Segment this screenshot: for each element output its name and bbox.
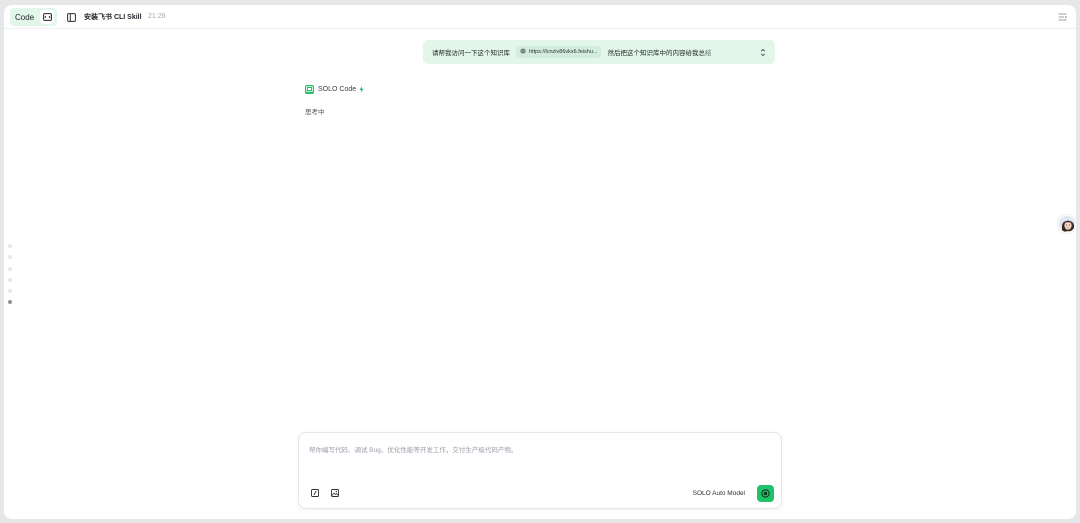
sidebar-toggle-icon[interactable] [66,12,76,22]
url-text[interactable]: https://lcnziv86vkx6.feishu... [529,49,597,55]
user-message: 请帮我访问一下这个知识库 https://lcnziv86vkx6.feishu… [423,40,775,64]
user-message-text: 请帮我访问一下这个知识库 [432,50,510,57]
globe-icon [520,48,526,56]
code-mode-icon[interactable] [40,10,55,24]
user-message-text-continued: 然后把这个知识库中的内容给我总结 [607,50,712,57]
chat-composer[interactable]: 帮你编写代码、调试 Bug、优化性能等开发工作，交付生产级代码产物。 SOLO … [298,432,782,509]
url-chip[interactable]: https://lcnziv86vkx6.feishu... [516,46,602,58]
send-button[interactable] [757,485,774,502]
app-window: Code 安装飞书 CLI Skill 21:26 请帮我访问一下这个知识库 h… [4,5,1076,519]
mode-switch[interactable]: Code [10,8,58,26]
lightning-icon [359,80,364,98]
image-upload-icon[interactable] [330,488,340,498]
slash-command-icon[interactable] [310,488,320,498]
nav-dot[interactable] [8,244,12,248]
nav-dot[interactable] [8,278,12,282]
nav-dot[interactable] [8,267,12,271]
composer-input[interactable]: 帮你编写代码、调试 Bug、优化性能等开发工作，交付生产级代码产物。 [309,444,517,454]
mode-label[interactable]: Code [15,13,34,22]
solo-logo-icon [305,84,314,94]
panel-toggle-icon[interactable] [1057,12,1067,22]
avatar[interactable] [1058,215,1076,233]
assistant-name: SOLO Code [318,85,357,93]
assistant-header: SOLO Code [305,80,364,98]
model-selector[interactable]: SOLO Auto Model [693,490,745,497]
page-title: 安装飞书 CLI Skill [84,14,142,21]
top-bar: Code 安装飞书 CLI Skill 21:26 [4,5,1076,29]
assistant-message: SOLO Code 思考中 [305,80,364,116]
send-icon [761,489,770,498]
timestamp: 21:26 [148,13,166,20]
expand-collapse-icon[interactable] [759,47,767,57]
nav-dot-active[interactable] [8,300,12,304]
nav-dot[interactable] [8,255,12,259]
thinking-status: 思考中 [305,109,325,116]
nav-dot[interactable] [8,289,12,293]
